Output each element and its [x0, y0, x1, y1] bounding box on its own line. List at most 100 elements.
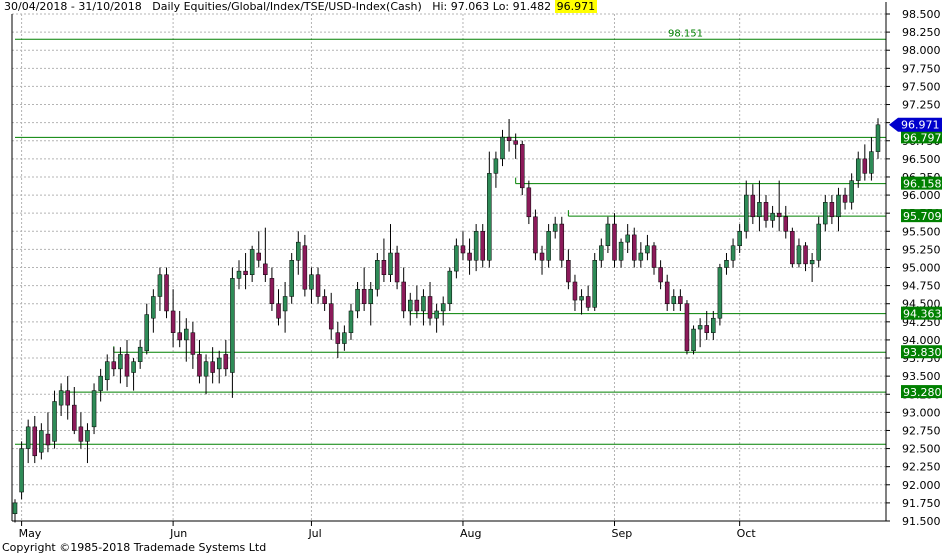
copyright-footer: Copyright ©1985-2018 Trademade Systems L… — [2, 541, 267, 554]
candle-body — [717, 267, 723, 319]
candle-body — [263, 263, 268, 275]
candle-body — [790, 231, 795, 265]
candle-body — [829, 202, 835, 218]
x-tick-label: Aug — [460, 527, 481, 540]
candle-body — [335, 332, 341, 344]
x-tick-label: Jun — [169, 527, 187, 540]
candle-body — [487, 173, 492, 261]
candle-body — [592, 260, 597, 308]
candle-body — [447, 270, 453, 304]
level-label: 93.830 — [903, 346, 942, 359]
candle-body — [421, 296, 426, 312]
candle-body — [151, 296, 156, 319]
level-label: 93.280 — [903, 386, 942, 399]
candle-body — [414, 299, 420, 312]
y-tick-label: 97.750 — [902, 62, 941, 75]
candle-body — [190, 332, 196, 355]
candle-body — [434, 310, 439, 319]
candle-body — [408, 299, 413, 312]
candle-body — [526, 187, 532, 218]
y-tick-label: 95.500 — [902, 225, 941, 238]
candle-body — [58, 390, 64, 406]
candle-body — [711, 317, 716, 333]
candle-body — [842, 194, 848, 203]
candle-body — [849, 180, 854, 203]
candle-body — [236, 270, 242, 279]
candle-body — [559, 223, 565, 261]
y-tick-label: 91.750 — [902, 497, 941, 510]
y-tick-label: 96.000 — [902, 189, 941, 202]
candle-body — [98, 375, 103, 391]
level-label: 96.158 — [903, 178, 942, 191]
candle-body — [269, 278, 275, 304]
y-tick-label: 92.000 — [902, 479, 941, 492]
candle-body — [137, 346, 143, 362]
candle-body — [816, 223, 821, 261]
y-tick-label: 96.500 — [902, 153, 941, 166]
candle-body — [342, 332, 347, 344]
candle-body — [618, 241, 624, 261]
x-tick-label: May — [19, 527, 42, 540]
candles — [12, 118, 881, 523]
candle-body — [12, 502, 18, 515]
candle-body — [750, 194, 756, 218]
candle-body — [328, 303, 334, 330]
candle-body — [368, 288, 373, 304]
candle-body — [460, 245, 466, 254]
y-tick-label: 93.500 — [902, 370, 941, 383]
candle-body — [39, 430, 44, 453]
candle-body — [124, 354, 130, 377]
candle-body — [348, 310, 354, 333]
level-label: 95.709 — [903, 210, 942, 223]
candle-body — [91, 390, 97, 428]
candle-body — [276, 303, 281, 319]
candle-body — [730, 245, 736, 261]
candle-body — [724, 260, 729, 268]
candle-body — [289, 260, 294, 297]
candle-body — [645, 245, 650, 254]
candle-body — [875, 124, 881, 152]
candle-body — [796, 245, 802, 265]
candle-body — [533, 216, 538, 254]
y-tick-label: 93.000 — [902, 406, 941, 419]
candle-body — [678, 296, 683, 304]
candle-body — [612, 223, 617, 261]
candle-body — [599, 245, 604, 261]
last-price-label: 96.971 — [901, 119, 940, 132]
candle-body — [579, 296, 584, 301]
candle-body — [52, 401, 57, 442]
candle-body — [697, 325, 703, 330]
candle-body — [177, 332, 182, 341]
candle-body — [315, 274, 321, 297]
candle-body — [836, 194, 841, 218]
candle-body — [256, 252, 261, 261]
candle-body — [585, 296, 591, 308]
candle-body — [480, 231, 485, 261]
candle-body — [19, 448, 24, 493]
candle-body — [243, 270, 248, 275]
y-tick-label: 94.750 — [902, 280, 941, 293]
candle-body — [862, 158, 868, 174]
candle-body — [216, 357, 222, 370]
candle-body — [118, 354, 123, 370]
candlestick-chart: 91.500 91.750 92.000 92.250 92.500 92.750 93.0… — [11, 2, 942, 540]
candle-body — [375, 260, 380, 290]
candle-body — [184, 328, 189, 341]
candle-body — [493, 158, 499, 174]
candle-body — [157, 274, 163, 297]
candle-body — [658, 267, 663, 283]
candle-body — [203, 361, 209, 377]
candle-body — [223, 354, 229, 370]
candle-body — [546, 231, 551, 261]
candle-body — [131, 361, 136, 373]
candle-body — [506, 136, 512, 141]
candle-body — [401, 281, 406, 312]
candle-body — [638, 252, 644, 261]
y-tick-label: 92.250 — [902, 461, 941, 474]
candle-body — [427, 296, 433, 319]
candle-body — [869, 151, 874, 174]
candle-body — [309, 274, 314, 290]
candle-body — [322, 296, 327, 304]
y-tick-label: 92.750 — [902, 424, 941, 437]
candle-body — [572, 281, 578, 301]
